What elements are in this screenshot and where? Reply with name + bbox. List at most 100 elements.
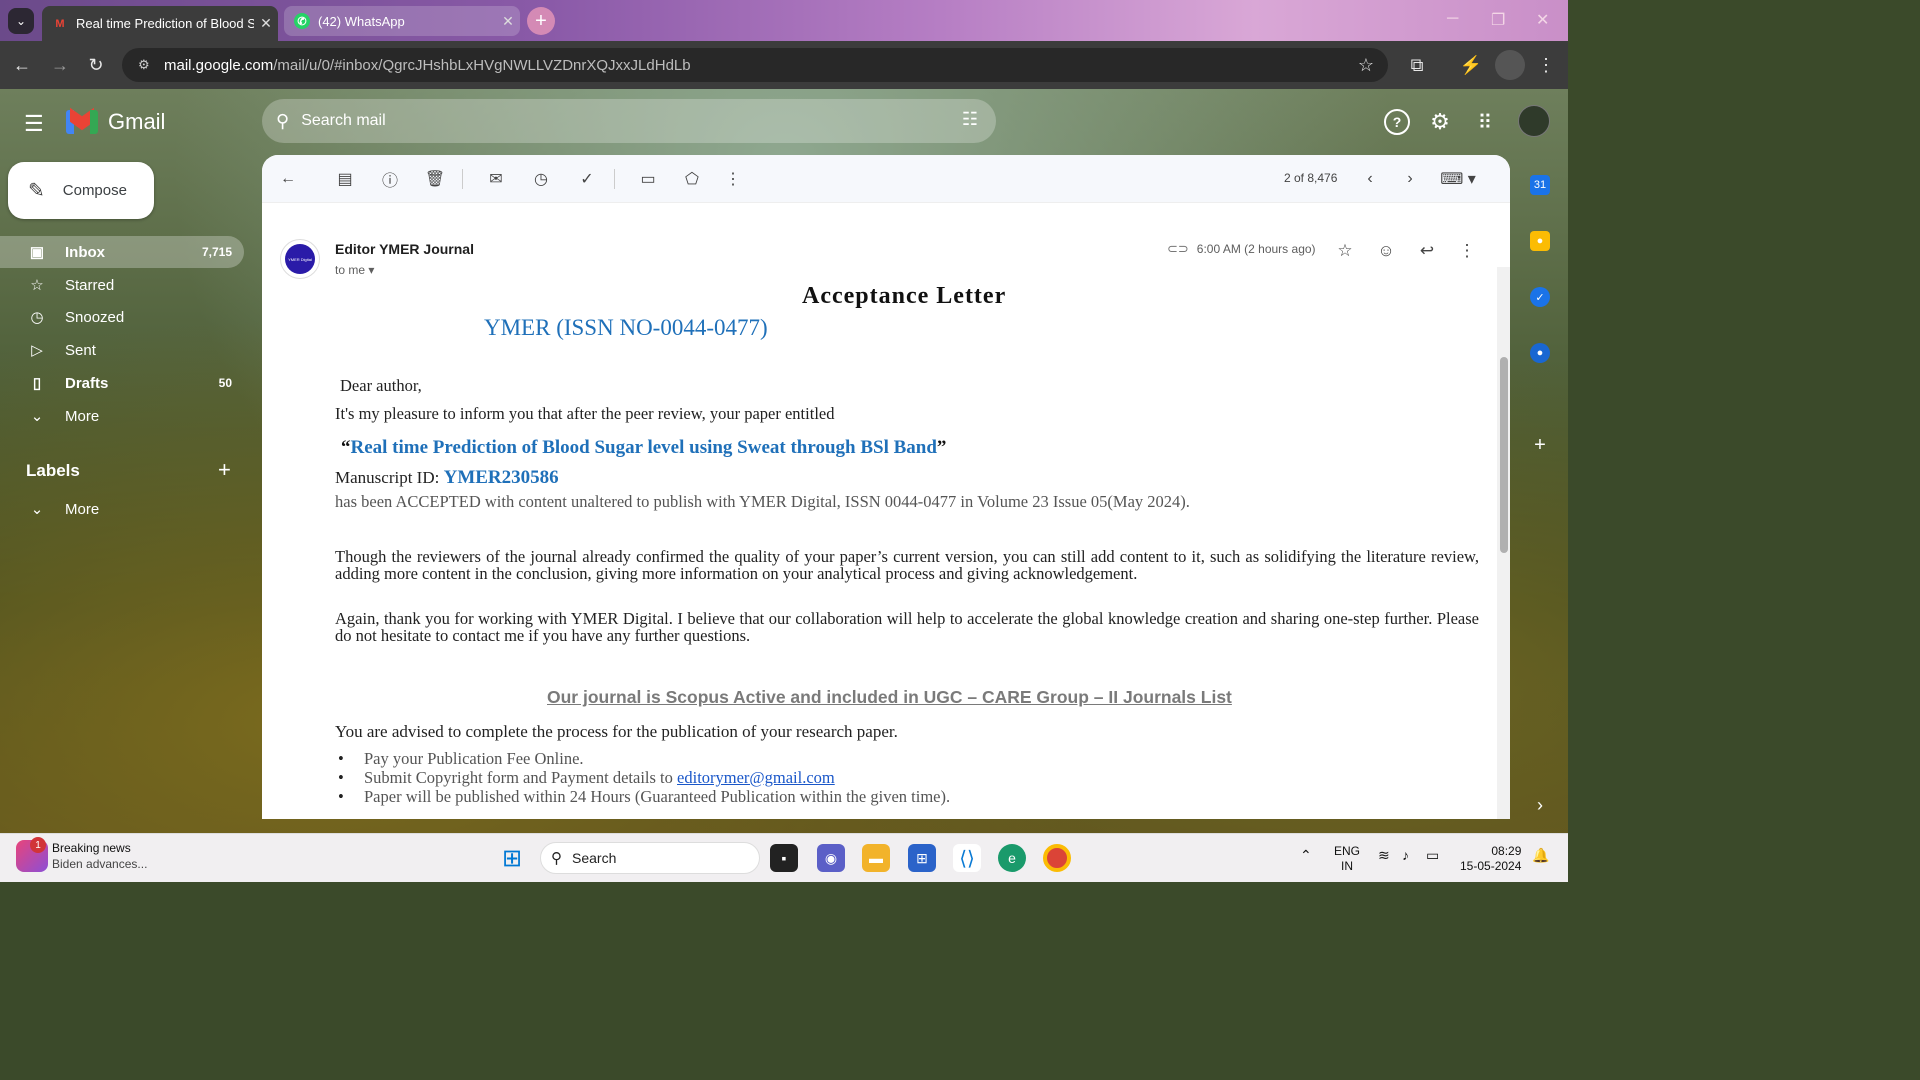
delete-icon[interactable]: 🗑 bbox=[423, 167, 447, 191]
contacts-icon[interactable]: ● bbox=[1530, 343, 1550, 363]
new-tab-button[interactable]: + bbox=[527, 7, 555, 35]
performance-icon[interactable]: ⚡ bbox=[1459, 53, 1483, 77]
input-tools-keyboard-icon[interactable]: ⌨ ▾ bbox=[1438, 167, 1478, 191]
whatsapp-favicon-icon: ✆ bbox=[294, 13, 310, 29]
move-to-icon[interactable]: ▭ bbox=[636, 167, 660, 191]
emoji-react-icon[interactable]: ☺ bbox=[1374, 239, 1398, 263]
sidebar-item-starred[interactable]: ☆ Starred bbox=[0, 269, 244, 301]
get-addons-plus-icon[interactable]: + bbox=[1530, 434, 1550, 456]
message-toolbar: ← ▤ ⓘ 🗑 ✉ ◷ ✓ ▭ ⬠ ⋮ 2 of 8,476 ‹ › ⌨ ▾ bbox=[262, 155, 1510, 203]
tray-overflow-chevron-icon[interactable]: ⌃ bbox=[1300, 848, 1312, 863]
account-avatar[interactable] bbox=[1518, 105, 1550, 137]
gmail-logo[interactable]: Gmail bbox=[66, 107, 165, 135]
task-view-icon[interactable]: ▪ bbox=[770, 844, 798, 872]
help-icon[interactable]: ? bbox=[1384, 109, 1410, 135]
tasks-icon[interactable]: ✓ bbox=[1530, 287, 1550, 307]
sender-name[interactable]: Editor YMER Journal bbox=[335, 241, 474, 257]
acceptance-text: has been ACCEPTED with content unaltered… bbox=[335, 492, 1190, 511]
volume-icon[interactable]: ♪ bbox=[1402, 848, 1409, 863]
sidebar-item-snoozed[interactable]: ◷ Snoozed bbox=[0, 301, 244, 333]
older-chevron-icon[interactable]: › bbox=[1398, 167, 1422, 191]
teams-chat-icon[interactable]: ◉ bbox=[817, 844, 845, 872]
site-info-icon[interactable]: ⚙ bbox=[138, 57, 154, 73]
close-window-icon[interactable]: ✕ bbox=[1536, 10, 1549, 30]
bullet-text: Submit Copyright form and Payment detail… bbox=[364, 768, 678, 787]
notification-bell-icon[interactable]: 🔔 bbox=[1532, 848, 1549, 863]
add-to-tasks-icon[interactable]: ✓ bbox=[575, 167, 599, 191]
toolbar-divider bbox=[614, 169, 615, 189]
back-icon[interactable]: ← bbox=[10, 53, 34, 77]
forward-icon[interactable]: → bbox=[48, 53, 72, 77]
send-icon: ▷ bbox=[31, 342, 43, 359]
toolbar-divider bbox=[462, 169, 463, 189]
tab-search-chevron-icon[interactable]: ⌄ bbox=[8, 8, 34, 34]
reviewers-paragraph: Though the reviewers of the journal alre… bbox=[335, 547, 1479, 583]
restore-icon[interactable]: ❐ bbox=[1491, 10, 1505, 30]
clock-date: 15-05-2024 bbox=[1460, 859, 1522, 873]
compose-label: Compose bbox=[62, 182, 127, 199]
recipient-details[interactable]: to me ▾ bbox=[335, 263, 374, 277]
search-mail-input[interactable]: ⚲ Search mail ☷ bbox=[262, 99, 996, 143]
microsoft-store-icon[interactable]: ⊞ bbox=[908, 844, 936, 872]
wifi-icon[interactable]: ≋ bbox=[1378, 848, 1390, 863]
sidebar-item-inbox[interactable]: ▣ Inbox 7,715 bbox=[0, 236, 244, 268]
tab-close-icon[interactable]: ✕ bbox=[254, 15, 278, 32]
battery-icon[interactable]: ▭ bbox=[1426, 848, 1439, 863]
clock-icon: ◷ bbox=[30, 309, 44, 326]
settings-gear-icon[interactable]: ⚙ bbox=[1427, 109, 1453, 135]
manuscript-id: YMER230586 bbox=[443, 467, 559, 488]
sidebar-item-sent[interactable]: ▷ Sent bbox=[0, 334, 244, 366]
news-widget-icon: 1 bbox=[16, 837, 48, 872]
reload-icon[interactable]: ↻ bbox=[84, 53, 108, 77]
clock[interactable]: 08:29 15-05-2024 bbox=[1460, 844, 1521, 874]
minimize-icon[interactable]: ─ bbox=[1447, 10, 1458, 28]
more-actions-icon[interactable]: ⋮ bbox=[721, 167, 745, 191]
news-widget[interactable]: 1 Breaking news Biden advances... bbox=[16, 837, 147, 872]
archive-icon[interactable]: ▤ bbox=[333, 167, 357, 191]
message-more-icon[interactable]: ⋮ bbox=[1455, 239, 1479, 263]
newer-chevron-icon[interactable]: ‹ bbox=[1358, 167, 1382, 191]
sender-avatar[interactable]: YMER Digital bbox=[280, 239, 320, 279]
scopus-notice[interactable]: Our journal is Scopus Active and include… bbox=[547, 687, 1232, 708]
tab-gmail[interactable]: M Real time Prediction of Blood Su ✕ bbox=[42, 6, 278, 41]
show-side-panel-chevron-icon[interactable]: › bbox=[1530, 795, 1550, 815]
scrollbar-thumb[interactable] bbox=[1500, 357, 1508, 553]
back-to-inbox-icon[interactable]: ← bbox=[276, 167, 300, 191]
address-bar[interactable]: ⚙ mail.google.com/mail/u/0/#inbox/QgrcJH… bbox=[122, 48, 1388, 82]
file-explorer-icon[interactable]: ▬ bbox=[862, 844, 890, 872]
extensions-icon[interactable]: ⧉ bbox=[1405, 53, 1429, 77]
compose-button[interactable]: ✎ Compose bbox=[8, 162, 154, 219]
taskbar-search[interactable]: ⚲ Search bbox=[540, 842, 760, 874]
chevron-down-icon: ▾ bbox=[368, 263, 375, 277]
bookmark-star-icon[interactable]: ☆ bbox=[1358, 55, 1374, 76]
tab-close-icon[interactable]: ✕ bbox=[496, 13, 520, 30]
sidebar-item-drafts[interactable]: ▯ Drafts 50 bbox=[0, 367, 244, 399]
vscode-icon[interactable]: ⟨⟩ bbox=[953, 844, 981, 872]
reply-icon[interactable]: ↩ bbox=[1415, 239, 1439, 263]
profile-avatar[interactable] bbox=[1495, 50, 1525, 80]
create-label-plus-icon[interactable]: + bbox=[218, 457, 231, 483]
sidebar-item-label: Sent bbox=[65, 341, 96, 359]
snooze-clock-icon[interactable]: ◷ bbox=[529, 167, 553, 191]
chrome-menu-icon[interactable]: ⋮ bbox=[1534, 53, 1558, 77]
editor-email-link[interactable]: editorymer@gmail.com bbox=[677, 768, 835, 787]
manuscript-label: Manuscript ID: bbox=[335, 468, 440, 487]
search-icon[interactable]: ⚲ bbox=[276, 111, 289, 132]
sidebar-item-more[interactable]: ⌄ More bbox=[0, 400, 244, 432]
message-timestamp: ⊂⊃ 6:00 AM (2 hours ago) bbox=[1167, 241, 1316, 257]
chrome-icon[interactable] bbox=[1043, 844, 1071, 872]
search-options-icon[interactable]: ☷ bbox=[962, 109, 978, 130]
windows-start-icon[interactable]: ⊞ bbox=[498, 844, 526, 872]
calendar-icon[interactable]: 31 bbox=[1530, 175, 1550, 195]
apps-grid-icon[interactable]: ⠿ bbox=[1472, 109, 1498, 135]
label-icon[interactable]: ⬠ bbox=[680, 167, 704, 191]
tab-whatsapp[interactable]: ✆ (42) WhatsApp ✕ bbox=[284, 6, 520, 36]
edge-icon[interactable]: e bbox=[998, 844, 1026, 872]
labels-more[interactable]: ⌄ More bbox=[0, 493, 244, 525]
report-spam-icon[interactable]: ⓘ bbox=[378, 167, 402, 191]
mark-unread-icon[interactable]: ✉ bbox=[484, 167, 508, 191]
main-menu-icon[interactable]: ☰ bbox=[24, 111, 44, 137]
keep-icon[interactable]: ● bbox=[1530, 231, 1550, 251]
language-indicator[interactable]: ENG IN bbox=[1334, 844, 1360, 874]
star-message-icon[interactable]: ☆ bbox=[1333, 239, 1357, 263]
